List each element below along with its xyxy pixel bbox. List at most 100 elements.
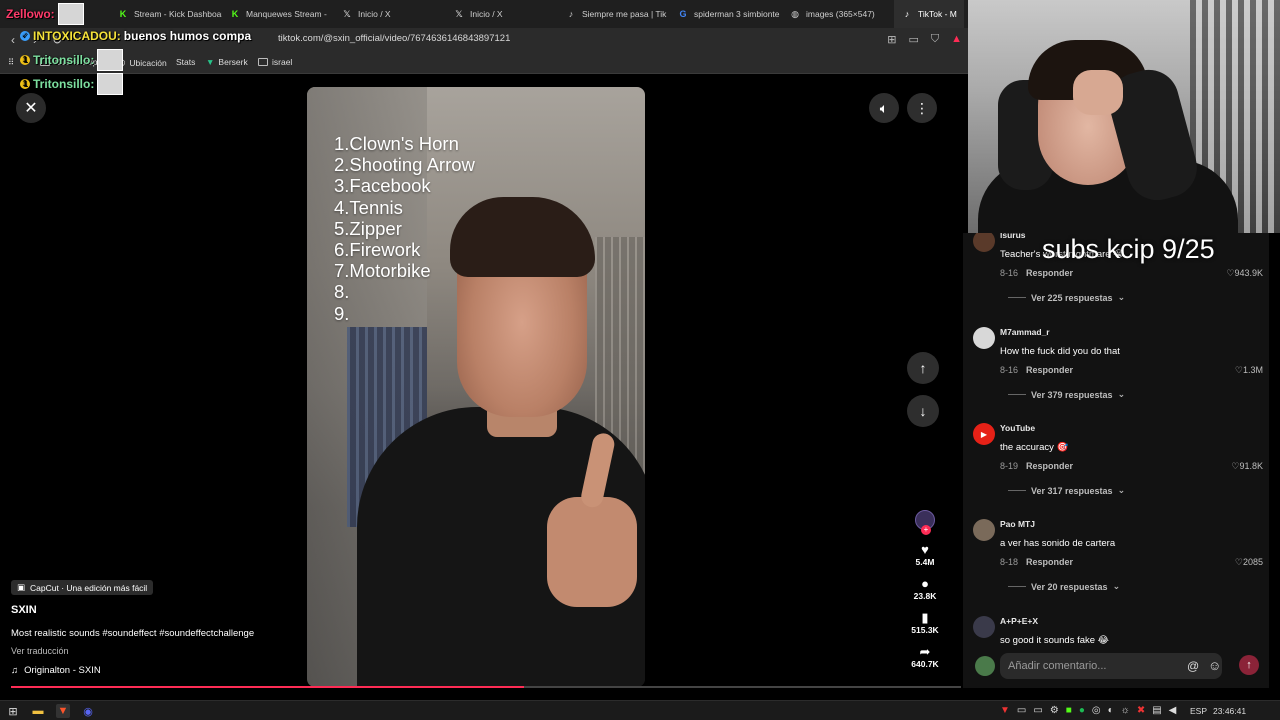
avatar[interactable] (973, 327, 995, 349)
comment-username[interactable]: M7ammad_r (1000, 327, 1050, 337)
chat-message: Zellowo: (6, 3, 84, 25)
browser-tab[interactable]: ◍ images (365×547) (782, 0, 894, 28)
subscriber-badge-icon: 1 (20, 79, 30, 89)
send-comment-button[interactable]: ↑ (1239, 655, 1259, 675)
youtube-avatar-icon[interactable]: ▶ (973, 423, 995, 445)
speaker-icon: 🔈︎ (879, 99, 889, 116)
avatar[interactable] (973, 233, 995, 252)
view-replies-button[interactable]: Ver 225 respuestas ⌄ (1008, 292, 1125, 303)
windows-start-icon[interactable]: ⊞ (6, 704, 20, 718)
browser-tab[interactable]: Gspiderman 3 simbionte (670, 0, 782, 28)
capcut-icon: ▣ (17, 582, 26, 592)
comment-username[interactable]: lsurus (1000, 233, 1026, 240)
browser-tab[interactable]: 𝕏 Inicio / X (446, 0, 558, 28)
bookmark-item[interactable]: israel (258, 57, 292, 67)
avatar[interactable] (973, 519, 995, 541)
previous-video-button[interactable]: ↑ (907, 352, 939, 384)
chat-emote (57, 3, 84, 25)
bookmark-item[interactable]: Stats (176, 57, 195, 67)
capcut-tag[interactable]: ▣ CapCut · Una edición más fácil (11, 580, 154, 595)
save-button[interactable]: ▮ 515.3K (911, 610, 938, 635)
network-icon[interactable]: ▤ (1152, 705, 1161, 716)
cast-icon[interactable]: ▭ (908, 33, 918, 46)
reply-button[interactable]: Responder (1026, 461, 1073, 471)
list-item: 4.Tennis (334, 196, 403, 218)
view-replies-button[interactable]: Ver 379 respuestas ⌄ (1008, 389, 1125, 400)
reply-button[interactable]: Responder (1026, 557, 1073, 567)
chat-message: 1 Tritonsillo: (20, 73, 124, 95)
chat-username: Tritonsillo: (33, 53, 95, 67)
next-video-button[interactable]: ↓ (907, 395, 939, 427)
discord-icon[interactable]: ◉ (81, 704, 95, 718)
like-count: 5.4M (915, 557, 935, 567)
tray-app-icon[interactable]: ☼ (1121, 705, 1130, 716)
reply-button[interactable]: Responder (1026, 268, 1073, 278)
view-replies-button[interactable]: Ver 317 respuestas ⌄ (1008, 485, 1125, 496)
tiktok-icon: ♪ (568, 9, 574, 19)
tray-app-icon[interactable]: ◐ (1108, 705, 1114, 716)
avatar[interactable] (973, 616, 995, 638)
comment-username[interactable]: Pao MTJ (1000, 519, 1035, 529)
comment-username[interactable]: A+P+E+X (1000, 616, 1038, 626)
browser-tab[interactable]: ♪ Siempre me pasa | Tik (558, 0, 670, 28)
mention-icon[interactable]: @ (1187, 659, 1199, 673)
comment-count: 23.8K (913, 591, 937, 601)
system-clock[interactable]: 23:46:41 (1213, 706, 1246, 716)
browser-tab-active[interactable]: ♪ TikTok - M (894, 0, 964, 28)
comment-button[interactable]: ● 23.8K (914, 576, 937, 601)
brave-browser-icon[interactable]: ▼ (56, 704, 70, 718)
tray-app-icon[interactable]: ▼ (1000, 705, 1010, 716)
chevron-down-icon: ⌄ (1117, 485, 1126, 495)
list-item: 6.Firework (334, 239, 421, 261)
language-indicator[interactable]: ESP (1190, 706, 1207, 716)
comment-like-button[interactable]: ♡91.8K (1231, 461, 1263, 472)
comment-like-button[interactable]: ♡2085 (1235, 557, 1263, 568)
translate-link[interactable]: Ver traducción (11, 646, 69, 656)
file-explorer-icon[interactable]: ▬ (31, 704, 45, 718)
heart-outline-icon: ♡ (1234, 557, 1243, 567)
view-replies-button[interactable]: Ver 20 respuestas ⌄ (1008, 581, 1120, 592)
browser-tab[interactable]: 𝕏 Inicio / X (334, 0, 446, 28)
browser-tab-bar: K Stream - Kick Dashboard K Manquewes Stre… (0, 0, 968, 28)
video-progress-bar[interactable] (11, 686, 961, 688)
comment-like-button[interactable]: ♡943.9K (1226, 268, 1263, 279)
comment-username[interactable]: YouTube (1000, 423, 1035, 433)
arrow-up-icon: ↑ (919, 360, 927, 376)
shield-icon[interactable]: ⛉ (931, 33, 939, 46)
share-count: 640.7K (911, 659, 939, 669)
author-name[interactable]: SXIN (11, 604, 37, 616)
list-item: 8. (334, 281, 350, 303)
tray-app-icon[interactable]: ▭ (1017, 705, 1026, 716)
comment-text: How the fuck did you do that (1000, 346, 1120, 357)
browser-tab[interactable]: K Stream - Kick Dashboard (110, 0, 222, 28)
tray-app-icon[interactable]: ✖ (1137, 705, 1145, 716)
reply-button[interactable]: Responder (1026, 365, 1073, 375)
bookmark-item[interactable]: ▼ Berserk (206, 57, 248, 67)
tray-app-icon[interactable]: ⚙ (1050, 705, 1059, 716)
browser-tab[interactable]: K Manquewes Stream - (222, 0, 334, 28)
translate-icon[interactable]: ⊞ (887, 33, 896, 46)
music-link[interactable]: ♫ Originalton - SXIN (11, 665, 101, 676)
list-item: 9. (334, 302, 350, 324)
spotify-icon[interactable]: ● (1079, 705, 1085, 716)
creator-avatar[interactable]: + (915, 510, 935, 535)
volume-icon[interactable]: ◀ (1169, 705, 1177, 716)
list-item: 2.Shooting Arrow (334, 154, 475, 176)
more-options-button[interactable]: ⋮ (907, 93, 937, 123)
action-bar: + ♥ 5.4M ● 23.8K ▮ 515.3K ➦ 640.7K (906, 510, 944, 678)
apps-icon[interactable]: ⠿ (8, 57, 14, 68)
kick-icon: K (119, 9, 127, 19)
volume-button[interactable]: 🔈︎ (869, 93, 899, 123)
follow-plus-icon[interactable]: + (921, 525, 931, 535)
alert-icon[interactable]: ▲ (951, 33, 962, 46)
emoji-icon[interactable]: ☺ (1208, 658, 1221, 673)
bookmark-item[interactable]: ◎Ubicación (118, 57, 167, 68)
tray-app-icon[interactable]: ◎ (1092, 705, 1101, 716)
tray-app-icon[interactable]: ▭ (1033, 705, 1042, 716)
share-button[interactable]: ➦ 640.7K (911, 644, 938, 669)
like-button[interactable]: ♥ 5.4M (916, 542, 935, 567)
url-field[interactable]: tiktok.com/@sxin_official/video/76746361… (278, 33, 510, 44)
close-button[interactable]: ✕ (16, 93, 46, 123)
tray-app-icon[interactable]: ■ (1066, 705, 1072, 716)
comment-like-button[interactable]: ♡1.3M (1235, 365, 1263, 376)
